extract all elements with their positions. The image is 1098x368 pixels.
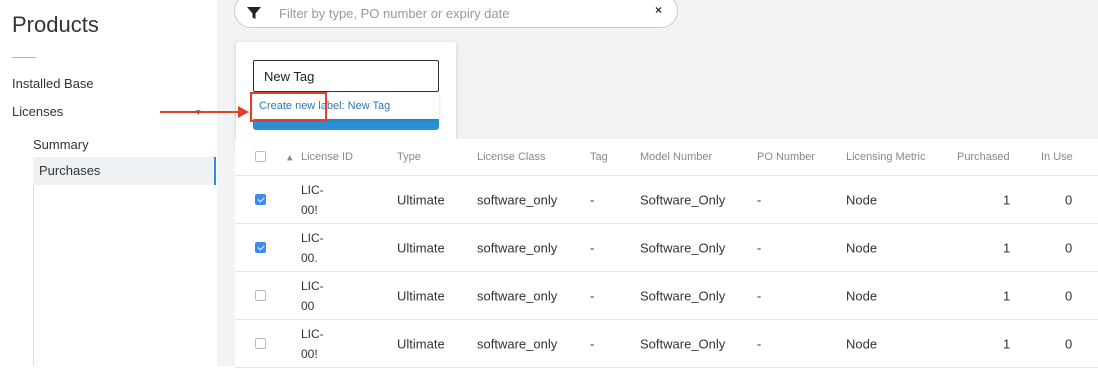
cell-license-class: software_only xyxy=(477,336,558,351)
column-header-tag[interactable]: Tag xyxy=(590,151,608,163)
license-id[interactable]: LIC- 00 xyxy=(301,276,324,316)
cell-in-use: 0 xyxy=(1065,288,1073,303)
row-checkbox[interactable] xyxy=(255,193,266,205)
sidebar-item-purchases[interactable]: Purchases xyxy=(33,157,216,185)
title-divider xyxy=(12,57,36,58)
annotation-arrow-head xyxy=(238,106,249,118)
cell-model-number: Software_Only xyxy=(640,192,726,207)
cell-model-number: Software_Only xyxy=(640,288,726,303)
cell-tag: - xyxy=(590,240,595,255)
column-header-purchased[interactable]: Purchased xyxy=(957,151,1010,163)
cell-tag: - xyxy=(590,192,595,207)
cell-licensing-metric: Node xyxy=(846,336,878,351)
column-header-model-number[interactable]: Model Number xyxy=(640,151,712,163)
cell-model-number: Software_Only xyxy=(640,240,726,255)
column-header-type[interactable]: Type xyxy=(397,151,421,163)
cell-po-number: - xyxy=(757,288,762,303)
cell-po-number: - xyxy=(757,192,762,207)
cell-type: Ultimate xyxy=(397,240,445,255)
table-row[interactable]: LIC- 00 Ultimate software_only - Software… xyxy=(235,272,1098,320)
filter-bar[interactable]: Filter by type, PO number or expiry date… xyxy=(234,0,678,28)
cell-license-class: software_only xyxy=(477,288,558,303)
page-title: Products xyxy=(12,12,99,37)
cell-po-number: - xyxy=(757,240,762,255)
license-id[interactable]: LIC- 00. xyxy=(301,228,324,268)
filter-funnel-icon xyxy=(247,7,261,19)
cell-purchased: 1 xyxy=(1003,288,1011,303)
cell-type: Ultimate xyxy=(397,288,445,303)
annotation-highlight-box xyxy=(250,92,327,122)
cell-purchased: 1 xyxy=(1003,336,1011,351)
cell-purchased: 1 xyxy=(1003,240,1011,255)
cell-in-use: 0 xyxy=(1065,192,1073,207)
row-checkbox[interactable] xyxy=(255,337,266,349)
row-checkbox[interactable] xyxy=(255,289,266,301)
annotation-arrow-line xyxy=(160,111,240,113)
tag-name-input[interactable] xyxy=(253,60,439,92)
clear-filter-icon[interactable]: × xyxy=(655,3,662,17)
column-header-po-number[interactable]: PO Number xyxy=(757,151,815,163)
cell-type: Ultimate xyxy=(397,336,445,351)
filter-placeholder[interactable]: Filter by type, PO number or expiry date xyxy=(279,6,509,21)
cell-licensing-metric: Node xyxy=(846,192,878,207)
select-all-checkbox[interactable] xyxy=(255,151,266,162)
cell-in-use: 0 xyxy=(1065,336,1073,351)
cell-license-class: software_only xyxy=(477,192,558,207)
cell-licensing-metric: Node xyxy=(846,240,878,255)
table-row[interactable]: LIC- 00! Ultimate software_only - Softwar… xyxy=(235,176,1098,224)
sidebar-item-licenses[interactable]: Licenses xyxy=(12,104,63,119)
cell-licensing-metric: Node xyxy=(846,288,878,303)
cell-po-number: - xyxy=(757,336,762,351)
license-id[interactable]: LIC- 00! xyxy=(301,180,324,220)
submenu-guide-line xyxy=(33,185,34,366)
cell-model-number: Software_Only xyxy=(640,336,726,351)
row-checkbox[interactable] xyxy=(255,241,266,253)
table-header: ▴ License ID Type License Class Tag Mode… xyxy=(235,139,1098,176)
cell-purchased: 1 xyxy=(1003,192,1011,207)
cell-in-use: 0 xyxy=(1065,240,1073,255)
licenses-table: ▴ License ID Type License Class Tag Mode… xyxy=(235,139,1098,368)
cell-license-class: software_only xyxy=(477,240,558,255)
sidebar: Products Installed Base Licenses ▾ Summa… xyxy=(0,0,217,366)
cell-type: Ultimate xyxy=(397,192,445,207)
cell-tag: - xyxy=(590,288,595,303)
sidebar-item-installed-base[interactable]: Installed Base xyxy=(12,76,94,91)
column-header-license-id[interactable]: License ID xyxy=(301,151,353,163)
sort-asc-icon[interactable]: ▴ xyxy=(287,151,293,164)
column-header-license-class[interactable]: License Class xyxy=(477,151,545,163)
license-id[interactable]: LIC- 00! xyxy=(301,324,324,364)
table-row[interactable]: LIC- 00! Ultimate software_only - Softwar… xyxy=(235,320,1098,368)
column-header-in-use[interactable]: In Use xyxy=(1041,151,1073,163)
sidebar-item-summary[interactable]: Summary xyxy=(33,137,89,152)
cell-tag: - xyxy=(590,336,595,351)
table-row[interactable]: LIC- 00. Ultimate software_only - Softwar… xyxy=(235,224,1098,272)
column-header-licensing-metric[interactable]: Licensing Metric xyxy=(846,151,925,163)
